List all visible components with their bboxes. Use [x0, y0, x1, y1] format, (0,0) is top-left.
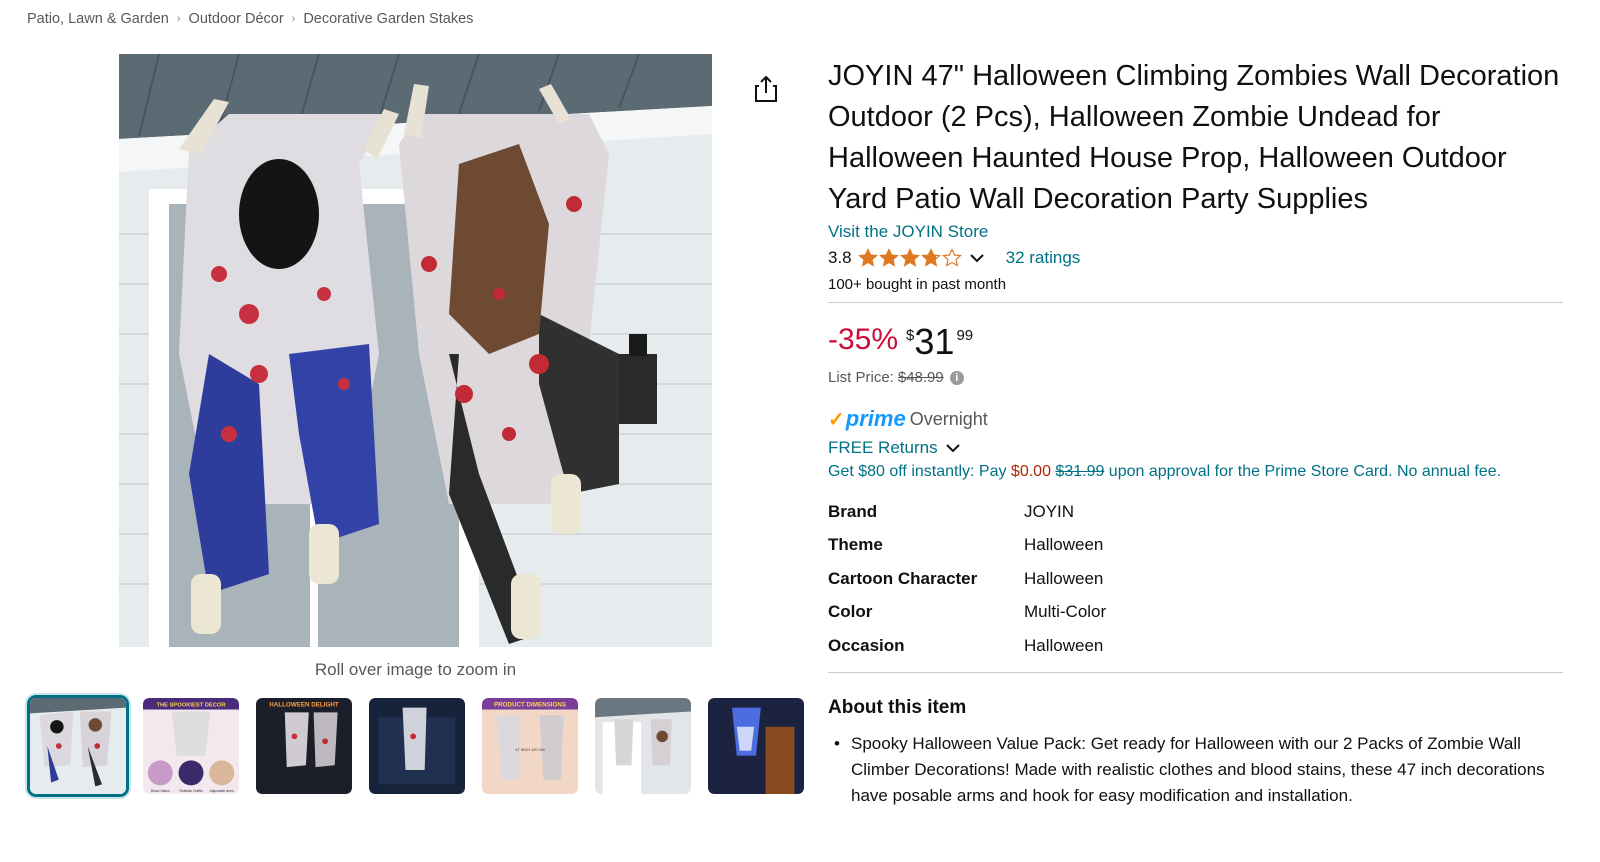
discount-percent: -35% — [828, 323, 899, 356]
star-icon — [878, 248, 899, 267]
thumbnail-1[interactable] — [27, 695, 129, 797]
store-link[interactable]: Visit the JOYIN Store — [828, 222, 988, 242]
price-whole: 31 — [914, 321, 955, 362]
main-product-image[interactable] — [119, 54, 712, 647]
price-block: -35% $ 31 99 — [828, 323, 1563, 361]
thumbnail-2-footer-3: Adjustable Arms — [210, 789, 235, 793]
free-returns-dropdown[interactable]: FREE Returns — [828, 438, 1563, 458]
breadcrumb-separator: › — [291, 13, 296, 25]
product-details: JOYIN 47" Halloween Climbing Zombies Wal… — [828, 56, 1563, 809]
spec-row-color: Color Multi-Color — [828, 596, 1563, 630]
spec-row-cartoon-character: Cartoon Character Halloween — [828, 562, 1563, 596]
product-specs-table: Brand JOYIN Theme Halloween Cartoon Char… — [828, 495, 1563, 663]
card-offer-prefix: Get $80 off instantly: Pay — [828, 463, 1011, 480]
thumbnail-2-caption: THE SPOOKIEST DECOR — [156, 703, 226, 709]
spec-value: JOYIN — [1024, 501, 1075, 521]
spec-value: Halloween — [1024, 568, 1104, 588]
prime-logo: prime — [845, 406, 906, 431]
thumbnail-strip: THE SPOOKIEST DECOR Blood Stains Realistic… — [27, 695, 807, 797]
prime-badge: ✓ prime Overnight — [828, 406, 1563, 432]
prime-overnight: Overnight — [909, 408, 988, 429]
spec-row-occasion: Occasion Halloween — [828, 629, 1563, 663]
card-offer-suffix: upon approval for the Prime Store Card. … — [1104, 463, 1502, 480]
thumbnail-5[interactable]: PRODUCT DIMENSIONS 47 INCH 120 CM — [479, 695, 581, 797]
zoom-hint: Roll over image to zoom in — [314, 660, 517, 679]
ratings-count-link[interactable]: 32 ratings — [1006, 248, 1081, 268]
rating-number: 3.8 — [828, 248, 852, 267]
price-fraction: 99 — [956, 327, 974, 344]
spec-value: Multi-Color — [1024, 602, 1107, 622]
spec-value: Halloween — [1024, 535, 1104, 555]
thumbnail-6[interactable] — [592, 695, 694, 797]
thumbnail-3-caption: HALLOWEEN DELIGHT — [269, 702, 338, 709]
divider — [828, 671, 1563, 673]
thumbnail-7[interactable] — [705, 695, 807, 797]
breadcrumb: Patio, Lawn & Garden › Outdoor Décor › D… — [27, 11, 473, 27]
info-icon[interactable]: i — [949, 370, 964, 385]
about-bullets: Spooky Halloween Value Pack: Get ready f… — [828, 731, 1563, 809]
breadcrumb-separator: › — [176, 13, 181, 25]
prime-check-icon: ✓ — [828, 408, 845, 431]
list-price-label: List Price: — [828, 369, 894, 386]
divider — [828, 302, 1563, 303]
share-icon[interactable] — [752, 74, 780, 104]
spec-key: Brand — [828, 501, 878, 521]
spec-key: Occasion — [828, 635, 905, 655]
thumbnail-4[interactable] — [366, 695, 468, 797]
rating-row: 3.8 32 ratings — [828, 248, 1563, 268]
thumbnail-5-dims: 47 INCH 120 CM — [515, 748, 544, 752]
chevron-down-icon[interactable] — [968, 249, 986, 267]
spec-key: Color — [828, 602, 873, 622]
thumbnail-2[interactable]: THE SPOOKIEST DECOR Blood Stains Realistic… — [140, 695, 242, 797]
list-price-value: $48.99 — [897, 369, 944, 386]
breadcrumb-item-patio[interactable]: Patio, Lawn & Garden — [27, 11, 169, 27]
spec-key: Theme — [828, 535, 883, 555]
spec-value: Halloween — [1024, 635, 1104, 655]
breadcrumb-item-outdoor-decor[interactable]: Outdoor Décor — [189, 11, 284, 27]
price-symbol: $ — [906, 327, 915, 344]
spec-row-theme: Theme Halloween — [828, 529, 1563, 563]
list-price-row: List Price: $48.99 i — [828, 369, 1563, 386]
star-icon — [899, 248, 920, 267]
spec-key: Cartoon Character — [828, 568, 978, 588]
breadcrumb-item-garden-stakes[interactable]: Decorative Garden Stakes — [303, 11, 473, 27]
thumbnail-2-footer-2: Realistic Outfits — [179, 789, 203, 793]
free-returns-label: FREE Returns — [828, 438, 938, 457]
thumbnail-5-caption: PRODUCT DIMENSIONS — [494, 702, 566, 709]
about-this-item-heading: About this item — [828, 696, 967, 718]
about-bullet: Spooky Halloween Value Pack: Get ready f… — [834, 731, 1563, 809]
thumbnail-2-footer-1: Blood Stains — [151, 789, 170, 793]
star-icon — [857, 248, 878, 267]
card-offer-strike-price: $31.99 — [1055, 463, 1105, 480]
star-icon — [941, 248, 962, 267]
spec-row-brand: Brand JOYIN — [828, 495, 1563, 529]
card-offer-price: $0.00 — [1010, 463, 1051, 480]
chevron-down-icon — [945, 444, 960, 453]
product-title: JOYIN 47" Halloween Climbing Zombies Wal… — [828, 60, 1560, 215]
thumbnail-3[interactable]: HALLOWEEN DELIGHT — [253, 695, 355, 797]
prime-card-offer[interactable]: Get $80 off instantly: Pay $0.00 $31.99 … — [828, 463, 1563, 481]
star-icon — [920, 248, 941, 267]
star-rating[interactable] — [857, 248, 962, 268]
bought-in-past-month: 100+ bought in past month — [828, 276, 1007, 293]
